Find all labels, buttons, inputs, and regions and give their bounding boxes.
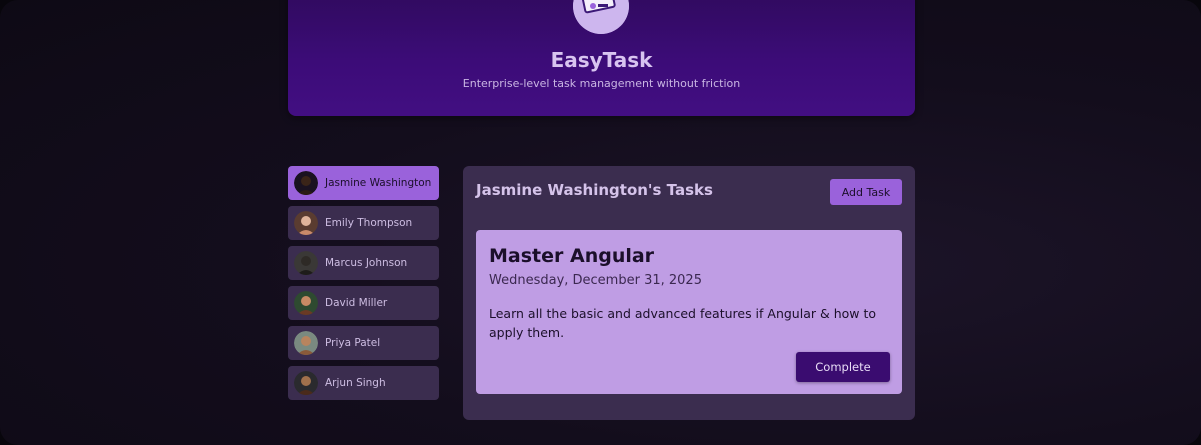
- user-list: Jasmine Washington Emily Thompson Marcus…: [288, 166, 439, 406]
- avatar: [294, 171, 318, 195]
- task-date: Wednesday, December 31, 2025: [489, 273, 702, 288]
- tasks-panel: Jasmine Washington's Tasks Add Task Mast…: [463, 166, 915, 420]
- app-title: EasyTask: [550, 48, 653, 72]
- task-card: Master Angular Wednesday, December 31, 2…: [476, 230, 902, 394]
- user-item-emily-thompson[interactable]: Emily Thompson: [288, 206, 439, 240]
- avatar: [294, 331, 318, 355]
- add-task-button[interactable]: Add Task: [830, 179, 902, 205]
- task-title: Master Angular: [489, 245, 655, 267]
- user-item-arjun-singh[interactable]: Arjun Singh: [288, 366, 439, 400]
- user-name: Jasmine Washington: [325, 177, 432, 189]
- avatar: [294, 251, 318, 275]
- user-item-marcus-johnson[interactable]: Marcus Johnson: [288, 246, 439, 280]
- user-item-jasmine-washington[interactable]: Jasmine Washington: [288, 166, 439, 200]
- user-name: David Miller: [325, 297, 388, 309]
- user-name: Arjun Singh: [325, 377, 386, 389]
- user-name: Emily Thompson: [325, 217, 413, 229]
- user-name: Priya Patel: [325, 337, 381, 349]
- avatar: [294, 211, 318, 235]
- user-item-david-miller[interactable]: David Miller: [288, 286, 439, 320]
- complete-button[interactable]: Complete: [796, 352, 890, 382]
- app-subtitle: Enterprise-level task management without…: [462, 77, 741, 90]
- avatar: [294, 371, 318, 395]
- avatar: [294, 291, 318, 315]
- user-item-priya-patel[interactable]: Priya Patel: [288, 326, 439, 360]
- app-window: EasyTask Enterprise-level task managemen…: [0, 0, 1201, 445]
- tasks-heading: Jasmine Washington's Tasks: [476, 181, 713, 199]
- user-name: Marcus Johnson: [325, 257, 408, 269]
- task-description: Learn all the basic and advanced feature…: [489, 306, 877, 340]
